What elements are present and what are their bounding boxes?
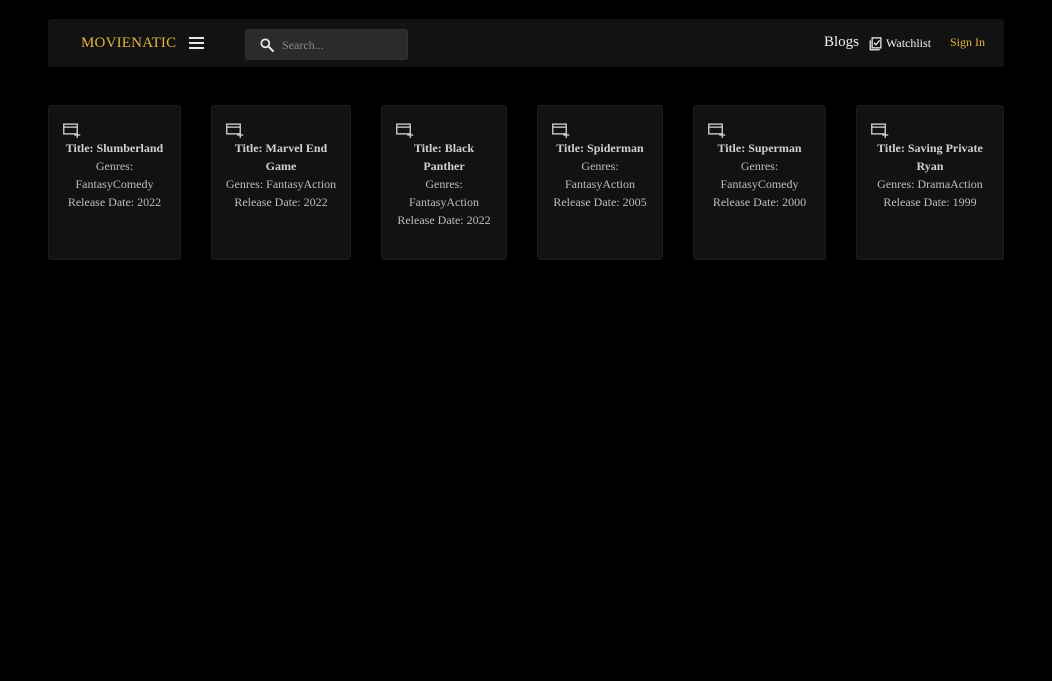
movie-release-date: Release Date: 2005 <box>553 195 647 209</box>
navbar: MOVIENATIC Blogs Watchlist Sign In <box>48 19 1004 67</box>
sign-in-link[interactable]: Sign In <box>950 35 985 50</box>
movie-title: Title: Black Panther <box>413 141 475 173</box>
movie-card[interactable]: Title: Slumberland Genres: FantasyComedy… <box>48 105 181 260</box>
movie-card[interactable]: Title: Saving Private Ryan Genres: Drama… <box>856 105 1004 260</box>
watchlist-check-icon <box>869 36 882 50</box>
movie-card[interactable]: Title: Black Panther Genres: FantasyActi… <box>381 105 507 260</box>
movie-release-date: Release Date: 2022 <box>234 195 328 209</box>
movie-genres: Genres: FantasyComedy <box>75 159 154 191</box>
movie-title: Title: Saving Private Ryan <box>877 141 983 173</box>
nav-link-watchlist[interactable]: Watchlist <box>869 35 931 51</box>
movie-title: Title: Superman <box>717 141 802 155</box>
add-to-watchlist-icon[interactable] <box>708 123 726 138</box>
movie-genres: Genres: FantasyAction <box>565 159 635 191</box>
add-to-watchlist-icon[interactable] <box>552 123 570 138</box>
movie-title: Title: Spiderman <box>556 141 644 155</box>
search-input[interactable] <box>280 34 404 56</box>
movie-title: Title: Slumberland <box>65 141 164 155</box>
movie-genres: Genres: FantasyAction <box>225 177 337 191</box>
nav-link-blogs[interactable]: Blogs <box>824 34 859 51</box>
brand-logo[interactable]: MOVIENATIC <box>81 35 176 52</box>
add-to-watchlist-icon[interactable] <box>871 123 889 138</box>
movie-genres: Genres: DramaAction <box>877 177 983 191</box>
search-icon[interactable] <box>259 37 275 53</box>
movie-card[interactable]: Title: Superman Genres: FantasyComedy Re… <box>693 105 826 260</box>
movie-release-date: Release Date: 2022 <box>397 213 491 227</box>
movie-release-date: Release Date: 2000 <box>712 195 807 209</box>
movie-genres: Genres: FantasyAction <box>409 177 479 209</box>
menu-icon[interactable] <box>189 37 204 49</box>
movie-release-date: Release Date: 2022 <box>67 195 162 209</box>
movie-release-date: Release Date: 1999 <box>883 195 977 209</box>
add-to-watchlist-icon[interactable] <box>226 123 244 138</box>
movie-genres: Genres: FantasyComedy <box>720 159 799 191</box>
movie-card[interactable]: Title: Marvel End Game Genres: FantasyAc… <box>211 105 351 260</box>
search-box <box>245 29 408 60</box>
watchlist-label: Watchlist <box>886 35 932 50</box>
movie-card[interactable]: Title: Spiderman Genres: FantasyAction R… <box>537 105 663 260</box>
movie-title: Title: Marvel End Game <box>234 141 328 173</box>
add-to-watchlist-icon[interactable] <box>63 123 81 138</box>
add-to-watchlist-icon[interactable] <box>396 123 414 138</box>
